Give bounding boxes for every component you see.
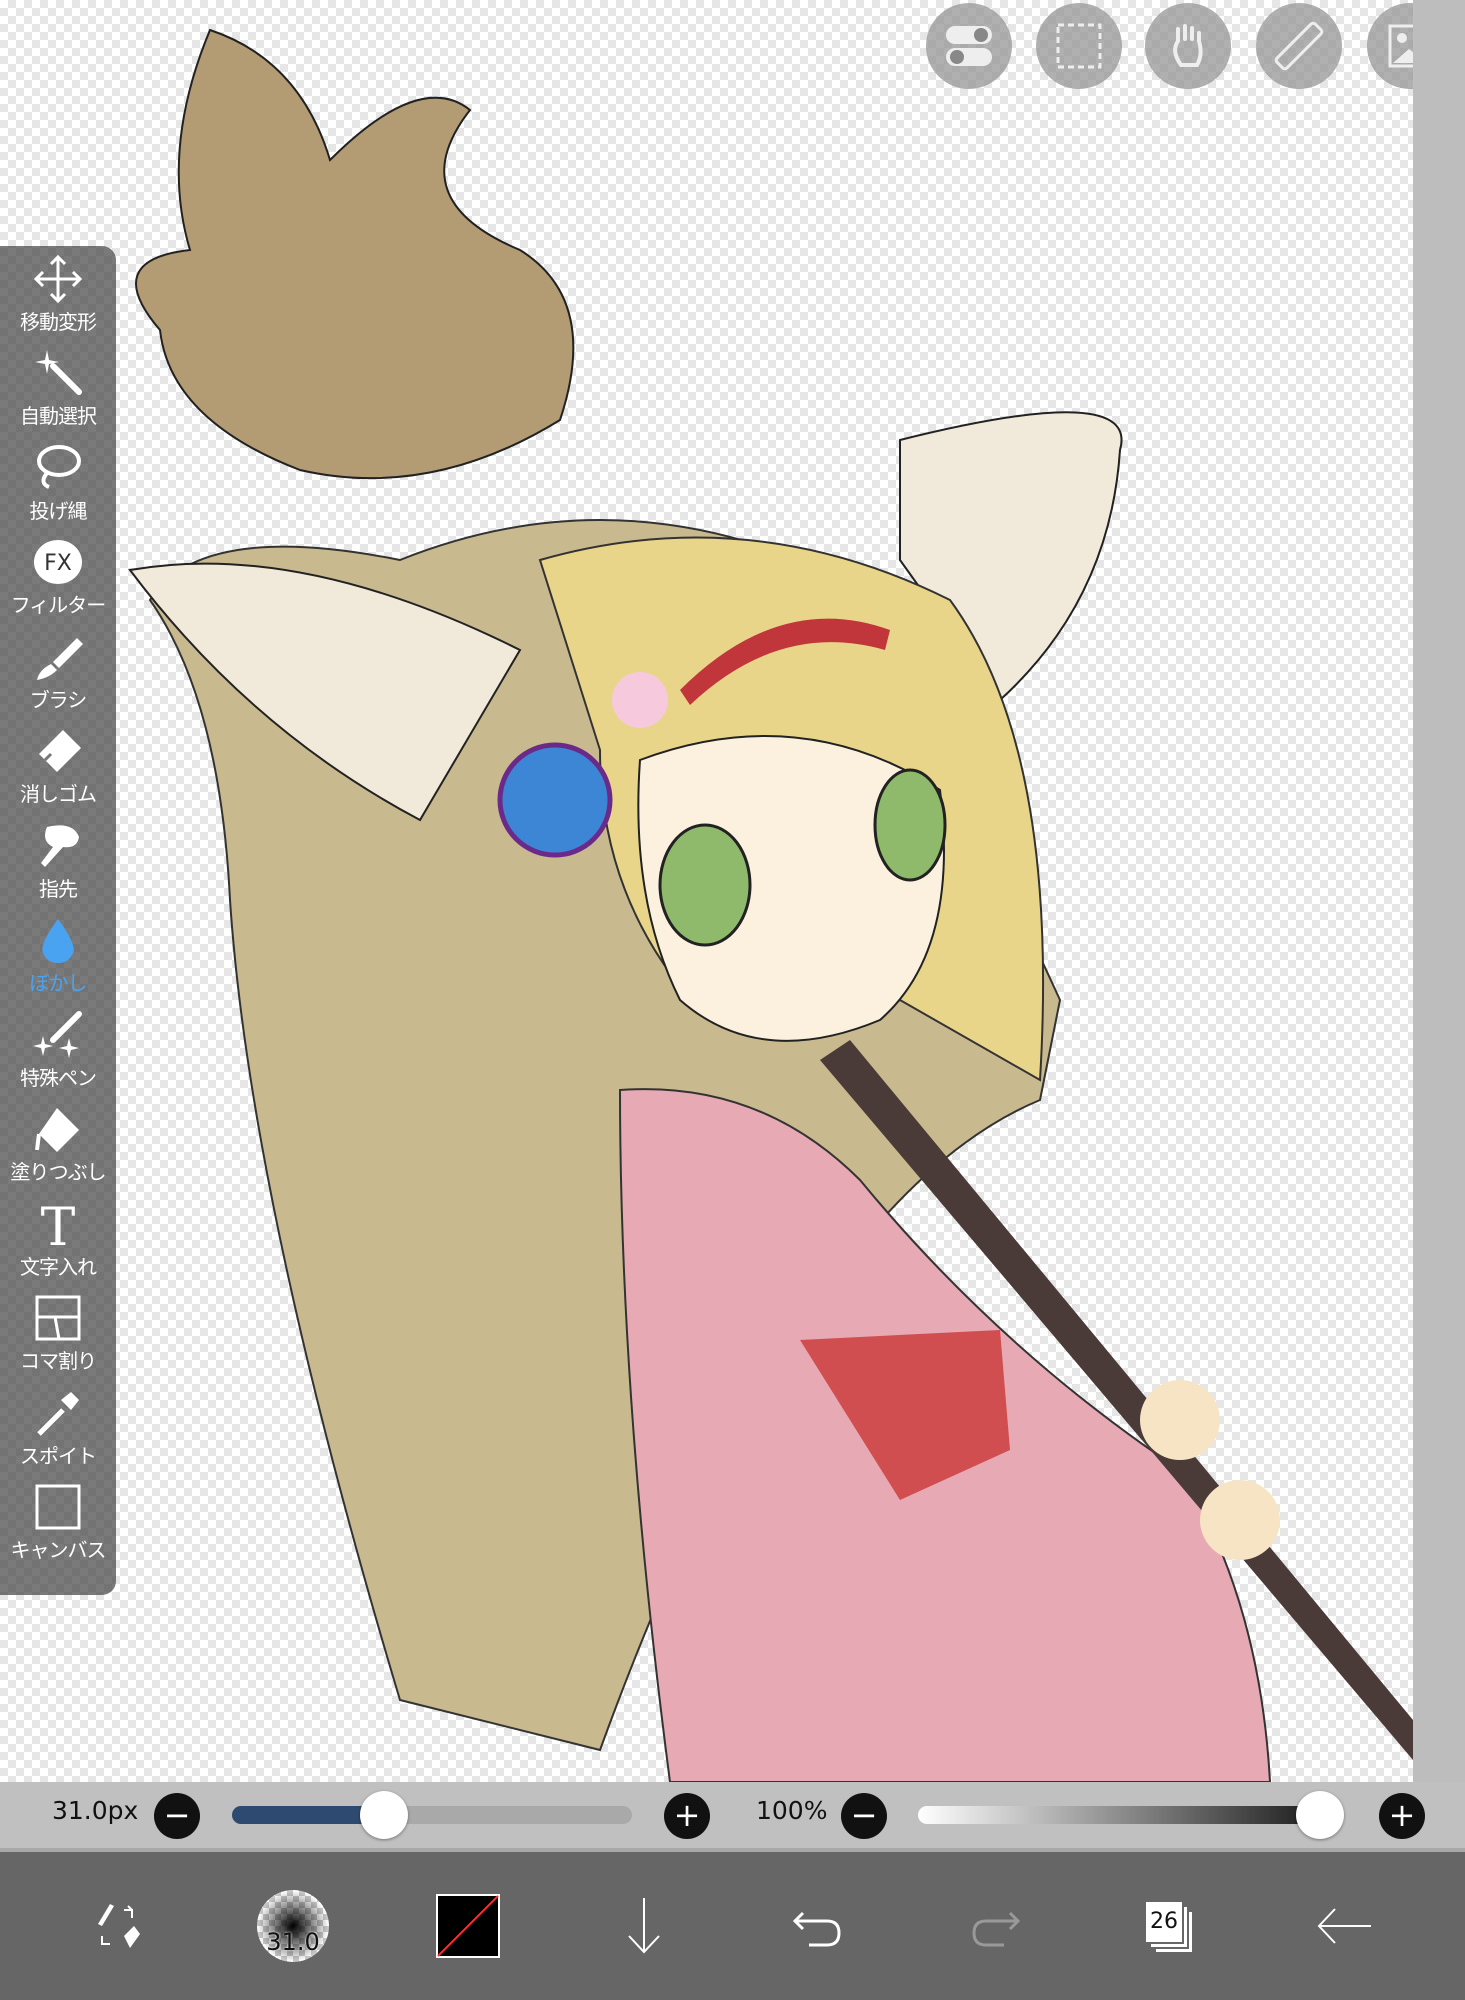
tool-label: 指先 <box>39 876 78 901</box>
size-minus-button[interactable]: − <box>154 1793 200 1839</box>
move-transform-icon <box>33 254 83 303</box>
tool-label: スポイト <box>20 1443 97 1468</box>
tool-fx-filter[interactable]: FX フィルター <box>0 530 116 625</box>
opacity-plus-button[interactable]: + <box>1379 1793 1425 1839</box>
redo-button[interactable] <box>944 1876 1044 1976</box>
redo-icon <box>972 1911 1021 1947</box>
layers-button[interactable]: 26 <box>1120 1876 1220 1976</box>
ruler-icon <box>1274 21 1324 71</box>
drawing-canvas[interactable] <box>0 0 1413 1782</box>
selection-icon <box>1056 23 1102 69</box>
tool-eyedropper[interactable]: スポイト <box>0 1380 116 1475</box>
swap-tool-button[interactable] <box>68 1876 168 1976</box>
panel-divide-icon <box>35 1295 81 1341</box>
tool-eraser[interactable]: 消しゴム <box>0 719 116 814</box>
blur-drop-icon <box>42 919 74 963</box>
brush-size-value: 31.0px <box>52 1796 139 1825</box>
tool-finger-smudge[interactable]: 指先 <box>0 813 116 908</box>
undo-button[interactable] <box>769 1876 869 1976</box>
tool-special-pen[interactable]: 特殊ペン <box>0 1002 116 1097</box>
hand-icon <box>1173 24 1203 67</box>
size-slider-thumb[interactable] <box>360 1791 408 1839</box>
fx-filter-icon: FX <box>34 540 82 584</box>
tool-magic-wand[interactable]: 自動選択 <box>0 341 116 436</box>
eraser-icon <box>39 730 81 772</box>
tool-label: 移動変形 <box>20 309 97 334</box>
opacity-minus-button[interactable]: − <box>841 1793 887 1839</box>
selection-button[interactable] <box>1036 3 1122 89</box>
tool-label: キャンバス <box>10 1538 107 1562</box>
canvas-icon <box>35 1484 81 1530</box>
size-slider[interactable] <box>232 1806 632 1824</box>
finger-smudge-icon <box>41 824 79 867</box>
brush-icon <box>37 637 83 680</box>
tool-label: ブラシ <box>29 687 88 712</box>
hand-button[interactable] <box>1145 3 1231 89</box>
bottom-toolbar: 31.0 26 <box>0 1852 1465 2000</box>
tool-label: フィルター <box>10 593 107 617</box>
tool-label: 投げ縄 <box>29 498 88 523</box>
artwork-illustration <box>128 28 1413 1782</box>
color-swatch-icon <box>436 1894 500 1958</box>
tool-sidebar: 移動変形自動選択投げ縄 FX フィルターブラシ消しゴム指先ぼかし特殊ペン塗りつぶし T… <box>0 246 116 1595</box>
tool-brush[interactable]: ブラシ <box>0 624 116 719</box>
svg-text:FX: FX <box>44 551 72 576</box>
arrow-down-icon <box>628 1898 660 1954</box>
tool-label: コマ割り <box>20 1349 97 1373</box>
tool-lasso[interactable]: 投げ縄 <box>0 435 116 530</box>
back-button[interactable] <box>1295 1876 1395 1976</box>
color-button[interactable] <box>418 1876 518 1976</box>
brush-size-button[interactable]: 31.0 <box>243 1876 343 1976</box>
toggle-button[interactable] <box>926 3 1012 89</box>
tool-label: 文字入れ <box>20 1254 97 1279</box>
text-icon: T <box>41 1199 76 1249</box>
opacity-slider[interactable] <box>918 1806 1338 1824</box>
layers-icon: 26 <box>1144 1900 1196 1954</box>
eyedropper-icon <box>37 1391 79 1436</box>
tool-panel-divide[interactable]: コマ割り <box>0 1286 116 1381</box>
undo-icon <box>792 1911 841 1947</box>
svg-text:T: T <box>41 1199 76 1249</box>
image-icon <box>1388 24 1413 68</box>
swap-brush-eraser-icon <box>98 1904 140 1948</box>
special-pen-icon <box>33 1010 82 1058</box>
tool-label: ぼかし <box>29 971 88 995</box>
fill-bucket-icon <box>35 1108 79 1152</box>
tool-label: 自動選択 <box>20 404 97 428</box>
slider-bar: 31.0px − + 100% − + <box>0 1782 1465 1852</box>
canvas-margin <box>1413 0 1465 1782</box>
layer-count: 26 <box>1144 1900 1184 1944</box>
tool-label: 特殊ペン <box>20 1065 97 1090</box>
tool-canvas[interactable]: キャンバス <box>0 1475 116 1570</box>
tool-fill-bucket[interactable]: 塗りつぶし <box>0 1097 116 1192</box>
tool-move-transform[interactable]: 移動変形 <box>0 246 116 341</box>
arrow-left-icon <box>1317 1908 1371 1944</box>
download-button[interactable] <box>594 1876 694 1976</box>
tool-text[interactable]: T 文字入れ <box>0 1191 116 1286</box>
brush-size-preview: 31.0 <box>257 1890 329 1962</box>
magic-wand-icon <box>35 350 82 395</box>
lasso-icon <box>37 444 81 489</box>
ruler-button[interactable] <box>1256 3 1342 89</box>
opacity-value: 100% <box>756 1796 828 1825</box>
opacity-slider-thumb[interactable] <box>1296 1791 1344 1839</box>
tool-label: 消しゴム <box>20 782 97 806</box>
size-plus-button[interactable]: + <box>664 1793 710 1839</box>
toggle-icon <box>946 26 992 66</box>
tool-label: 塗りつぶし <box>10 1160 106 1184</box>
tool-blur-drop[interactable]: ぼかし <box>0 908 116 1003</box>
